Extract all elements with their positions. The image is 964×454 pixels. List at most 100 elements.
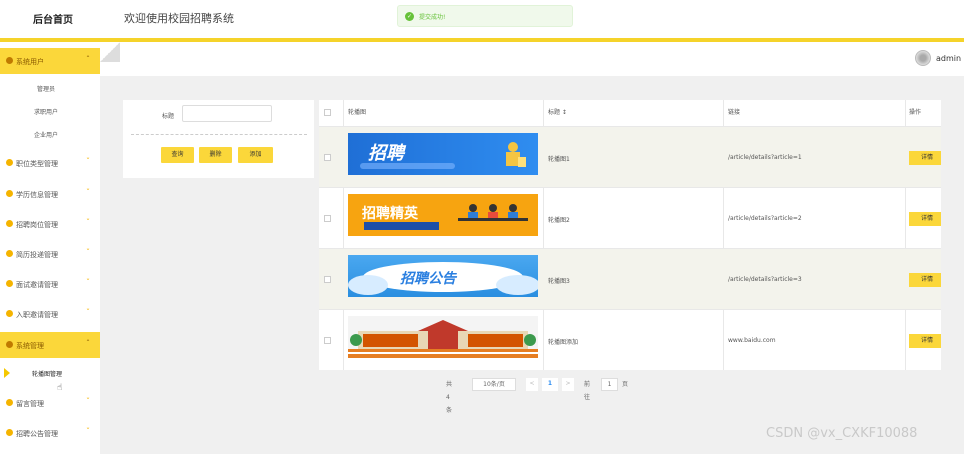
sidebar-item-positions[interactable]: 招聘岗位管理 ˇ — [0, 211, 100, 237]
chevron-down-icon: ˇ — [86, 308, 90, 317]
menu-icon — [6, 429, 13, 436]
select-all-checkbox[interactable] — [324, 109, 331, 116]
row-title: 轮播图2 — [548, 217, 570, 224]
banner-image — [348, 316, 538, 358]
sidebar-item-onboarding[interactable]: 入职邀请管理 ˇ — [0, 301, 100, 327]
welcome-text: 欢迎使用校园招聘系统 — [124, 12, 234, 25]
table-row: 招聘 轮播图1 /article/details?article=1 详情 — [319, 126, 941, 187]
title-search-input[interactable] — [182, 105, 272, 122]
sidebar-item-messages[interactable]: 留言管理 ˇ — [0, 390, 100, 416]
row-checkbox[interactable] — [324, 154, 331, 161]
page-size-value: 10条/页 — [483, 381, 505, 388]
username[interactable]: admin — [936, 54, 961, 63]
next-page-button[interactable]: > — [562, 378, 574, 391]
goto-page-input[interactable]: 1 — [601, 378, 618, 391]
menu-icon — [6, 310, 13, 317]
sidebar-subitem-carousel[interactable]: 轮播图管理 — [32, 369, 62, 378]
query-button[interactable]: 查询 — [161, 147, 194, 163]
banner-1-art: 招聘 — [360, 142, 526, 169]
menu-icon — [6, 280, 13, 287]
prev-page-button[interactable]: < — [526, 378, 538, 391]
sidebar-subitem-companies[interactable]: 企业用户 — [34, 130, 58, 139]
banner-image: 招聘公告 — [348, 255, 538, 297]
banner-image: 招聘 — [348, 133, 538, 175]
chevron-down-icon: ˇ — [86, 427, 90, 436]
success-toast: ✓ 提交成功! — [397, 5, 573, 27]
detail-button[interactable]: 详情 — [909, 151, 941, 165]
home-link[interactable]: 后台首页 — [33, 11, 73, 26]
sidebar-item-system-management[interactable]: 系统管理 ˆ — [0, 332, 100, 358]
main-content: admin 标题 查询 删除 添加 轮播图 标题 ↕ 链接 操作 招聘 轮播图1… — [100, 42, 964, 454]
menu-icon — [6, 220, 13, 227]
sidebar-subitem-job-seekers[interactable]: 求职用户 — [34, 107, 58, 116]
chevron-up-icon: ˆ — [86, 55, 90, 64]
add-button[interactable]: 添加 — [238, 147, 273, 163]
content-topbar: admin — [100, 42, 964, 76]
sidebar-item-education[interactable]: 学历信息管理 ˇ — [0, 181, 100, 207]
sidebar-item-announcements[interactable]: 招聘公告管理 ˇ — [0, 420, 100, 446]
detail-button[interactable]: 详情 — [909, 273, 941, 287]
chevron-down-icon: ˇ — [86, 218, 90, 227]
page-number-current[interactable]: 1 — [542, 378, 558, 391]
toast-message: 提交成功! — [419, 14, 446, 21]
sidebar-item-label: 系统用户 — [16, 58, 44, 66]
column-header-title[interactable]: 标题 ↕ — [548, 100, 567, 126]
row-checkbox[interactable] — [324, 337, 331, 344]
chevron-down-icon: ˇ — [86, 278, 90, 287]
table-row: 轮播图添加 www.baidu.com 详情 — [319, 309, 941, 370]
top-header: 后台首页 欢迎使用校园招聘系统 ✓ 提交成功! — [0, 0, 964, 38]
row-title: 轮播图1 — [548, 156, 570, 163]
table-row: 招聘公告 轮播图3 /article/details?article=3 详情 — [319, 248, 941, 309]
sidebar-item-job-types[interactable]: 职位类型管理 ˇ — [0, 150, 100, 176]
banner-3-art: 招聘公告 — [348, 262, 538, 295]
menu-icon — [6, 159, 13, 166]
menu-icon — [6, 190, 13, 197]
sidebar-item-interviews[interactable]: 面试邀请管理 ˇ — [0, 271, 100, 297]
banner-text: 招聘公告 — [400, 270, 458, 287]
goto-label: 前往 — [584, 381, 591, 401]
total-count: 共 4 条 — [446, 381, 453, 414]
user-icon — [6, 57, 13, 64]
sidebar-item-system-users[interactable]: 系统用户 ˆ — [0, 48, 100, 74]
page-fold-decoration — [100, 42, 120, 62]
hand-cursor-icon: ☝ — [57, 383, 63, 393]
menu-icon — [6, 399, 13, 406]
menu-icon — [6, 250, 13, 257]
column-header-link: 链接 — [728, 109, 741, 116]
detail-button[interactable]: 详情 — [909, 334, 941, 348]
row-link: /article/details?article=2 — [728, 215, 802, 222]
settings-icon — [6, 341, 13, 348]
sidebar-item-resumes[interactable]: 简历投递管理 ˇ — [0, 241, 100, 267]
row-checkbox[interactable] — [324, 276, 331, 283]
banner-4-art — [348, 320, 538, 358]
page-unit-label: 页 — [622, 381, 629, 388]
carousel-table: 轮播图 标题 ↕ 链接 操作 招聘 轮播图1 /article/details?… — [319, 100, 941, 370]
banner-text: 招聘精英 — [362, 205, 419, 222]
delete-button[interactable]: 删除 — [199, 147, 232, 163]
chevron-up-icon: ˆ — [86, 339, 90, 348]
table-row: 招聘精英 轮播图2 /article/details?article=2 详情 — [319, 187, 941, 248]
column-header-image: 轮播图 — [348, 109, 367, 116]
watermark: CSDN @vx_CXKF10088 — [766, 426, 918, 441]
active-indicator-icon — [4, 368, 10, 378]
chevron-down-icon: ˇ — [86, 157, 90, 166]
page-size-select[interactable]: 10条/页 — [472, 378, 516, 391]
divider — [131, 134, 307, 135]
banner-2-art: 招聘精英 — [362, 204, 528, 230]
row-checkbox[interactable] — [324, 215, 331, 222]
check-icon: ✓ — [405, 12, 414, 21]
search-panel: 标题 查询 删除 添加 — [123, 100, 314, 178]
sidebar: 系统用户 ˆ 管理员 求职用户 企业用户 职位类型管理 ˇ 学历信息管理 ˇ 招… — [0, 42, 100, 454]
chevron-down-icon: ˇ — [86, 248, 90, 257]
banner-text: 招聘 — [368, 143, 407, 164]
chevron-down-icon: ˇ — [86, 188, 90, 197]
detail-button[interactable]: 详情 — [909, 212, 941, 226]
avatar[interactable] — [915, 50, 931, 66]
sidebar-subitem-admins[interactable]: 管理员 — [37, 84, 55, 93]
row-link: /article/details?article=1 — [728, 154, 802, 161]
title-filter-label: 标题 — [162, 113, 175, 120]
row-link: /article/details?article=3 — [728, 276, 802, 283]
row-title: 轮播图添加 — [548, 339, 579, 346]
row-link: www.baidu.com — [728, 337, 776, 344]
banner-image: 招聘精英 — [348, 194, 538, 236]
